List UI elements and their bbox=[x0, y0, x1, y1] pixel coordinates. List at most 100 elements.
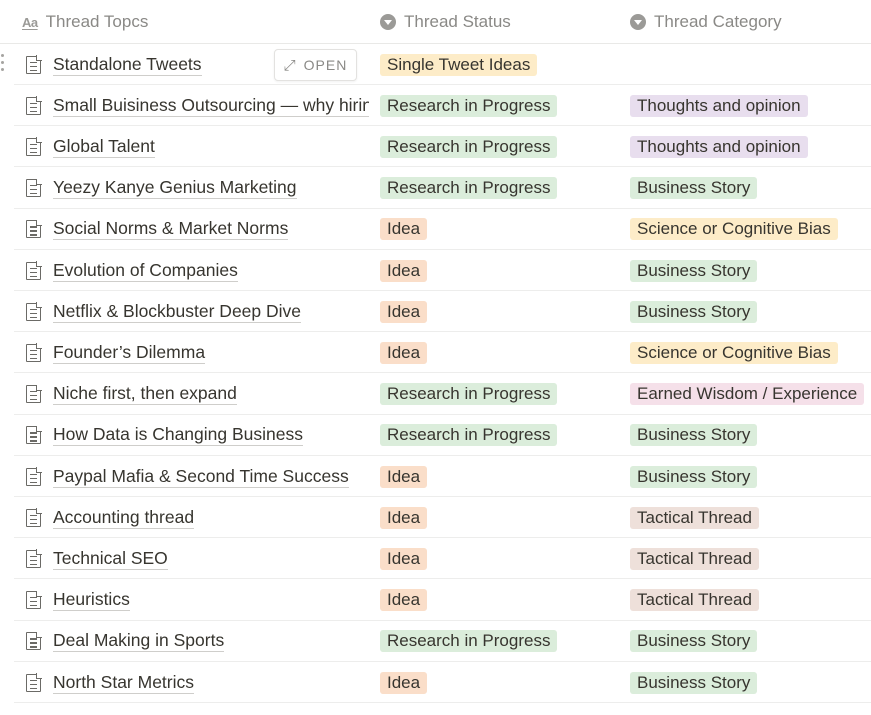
category-cell[interactable]: Thoughts and opinion bbox=[630, 126, 871, 167]
page-document-icon bbox=[26, 137, 42, 156]
category-cell[interactable]: Tactical Thread bbox=[630, 538, 871, 579]
table-row[interactable]: Heuristics Idea Tactical Thread bbox=[14, 580, 871, 621]
status-cell[interactable]: Research in Progress bbox=[380, 126, 620, 167]
status-cell[interactable]: Idea bbox=[380, 497, 620, 538]
page-document-icon bbox=[26, 260, 42, 280]
column-header-category[interactable]: Thread Category bbox=[630, 0, 782, 44]
status-cell[interactable]: Idea bbox=[380, 662, 620, 703]
drag-handle[interactable] bbox=[0, 54, 6, 74]
category-cell[interactable]: Business Story bbox=[630, 415, 871, 456]
status-cell[interactable]: Idea bbox=[380, 250, 620, 291]
table-row[interactable]: North Star Metrics Idea Business Story bbox=[14, 662, 871, 703]
status-cell[interactable]: Idea bbox=[380, 456, 620, 497]
page-title-link[interactable]: Standalone Tweets bbox=[53, 54, 202, 76]
table-row[interactable]: Niche first, then expand Research in Prog… bbox=[14, 374, 871, 415]
category-tag: Business Story bbox=[630, 424, 758, 447]
status-cell[interactable]: Research in Progress bbox=[380, 168, 620, 209]
table-row[interactable]: Technical SEO Idea Tactical Thread bbox=[14, 538, 871, 580]
title-cell[interactable]: Founder’s Dilemma bbox=[26, 332, 369, 373]
title-cell[interactable]: North Star Metrics bbox=[26, 662, 369, 703]
title-cell[interactable]: Technical SEO bbox=[26, 538, 369, 579]
category-cell[interactable]: Business Story bbox=[630, 250, 871, 291]
title-cell[interactable]: Netflix & Blockbuster Deep Dive bbox=[26, 291, 369, 332]
status-cell[interactable]: Single Tweet Ideas bbox=[380, 44, 620, 85]
status-tag: Research in Progress bbox=[380, 177, 558, 200]
table-row[interactable]: How Data is Changing Business Research in… bbox=[14, 415, 871, 456]
page-title-link[interactable]: Heuristics bbox=[53, 589, 130, 612]
column-header-status[interactable]: Thread Status bbox=[380, 0, 511, 44]
table-row[interactable]: Evolution of Companies Idea Business Story bbox=[14, 250, 871, 291]
page-document-icon bbox=[26, 343, 42, 362]
table-row[interactable]: Deal Making in Sports Research in Progres… bbox=[14, 621, 871, 662]
category-tag: Earned Wisdom / Experience bbox=[630, 383, 865, 406]
page-title-link[interactable]: Netflix & Blockbuster Deep Dive bbox=[53, 301, 302, 323]
open-page-button[interactable]: ⤢ OPEN bbox=[274, 49, 357, 81]
status-cell[interactable]: Research in Progress bbox=[380, 415, 620, 456]
page-title-link[interactable]: Deal Making in Sports bbox=[53, 630, 225, 653]
category-tag: Business Story bbox=[630, 177, 758, 200]
category-cell[interactable]: Business Story bbox=[630, 662, 871, 703]
table-row[interactable]: Founder’s Dilemma Idea Science or Cognitiv… bbox=[14, 332, 871, 374]
status-cell[interactable]: Idea bbox=[380, 538, 620, 579]
title-cell[interactable]: Yeezy Kanye Genius Marketing bbox=[26, 168, 369, 209]
title-cell[interactable]: Global Talent bbox=[26, 126, 369, 167]
status-cell[interactable]: Idea bbox=[380, 291, 620, 332]
page-title-link[interactable]: Niche first, then expand bbox=[53, 383, 237, 406]
category-cell[interactable]: Business Story bbox=[630, 621, 871, 662]
table-row[interactable]: Global Talent Research in Progress Thought… bbox=[14, 126, 871, 168]
title-cell[interactable]: Deal Making in Sports bbox=[26, 621, 369, 662]
table-row[interactable]: Standalone Tweets Single Tweet Ideas bbox=[14, 44, 871, 85]
table-row[interactable]: Social Norms & Market Norms Idea Science o… bbox=[14, 209, 871, 250]
table-row[interactable]: Yeezy Kanye Genius Marketing Research in … bbox=[14, 168, 871, 209]
page-title-link[interactable]: Evolution of Companies bbox=[53, 260, 238, 282]
page-title-link[interactable]: Social Norms & Market Norms bbox=[53, 218, 289, 241]
status-cell[interactable]: Research in Progress bbox=[380, 374, 620, 415]
category-cell[interactable]: Thoughts and opinion bbox=[630, 85, 871, 126]
category-cell[interactable]: Science or Cognitive Bias bbox=[630, 332, 871, 373]
status-cell[interactable]: Research in Progress bbox=[380, 621, 620, 662]
select-property-icon bbox=[630, 14, 646, 30]
category-cell[interactable]: Tactical Thread bbox=[630, 497, 871, 538]
page-document-icon bbox=[26, 508, 42, 527]
page-title-link[interactable]: How Data is Changing Business bbox=[53, 424, 303, 447]
status-tag: Idea bbox=[380, 259, 428, 282]
page-title-link[interactable]: Accounting thread bbox=[53, 507, 195, 529]
category-cell[interactable]: Business Story bbox=[630, 456, 871, 497]
page-title-link[interactable]: Global Talent bbox=[53, 136, 155, 158]
category-cell[interactable]: Science or Cognitive Bias bbox=[630, 209, 871, 250]
column-header-title[interactable]: Aa Thread Topcs bbox=[22, 0, 148, 44]
status-tag: Research in Progress bbox=[380, 630, 558, 653]
title-cell[interactable]: Small Buisiness Outsourcing — why hiring bbox=[26, 85, 369, 126]
category-cell[interactable]: Business Story bbox=[630, 291, 871, 332]
page-title-link[interactable]: Technical SEO bbox=[53, 548, 168, 570]
category-cell[interactable]: Business Story bbox=[630, 168, 871, 209]
page-title-link[interactable]: North Star Metrics bbox=[53, 672, 194, 694]
title-cell[interactable]: How Data is Changing Business bbox=[26, 415, 369, 456]
title-cell[interactable]: Niche first, then expand bbox=[26, 374, 369, 415]
table-row[interactable]: Paypal Mafia & Second Time Success Idea Bu… bbox=[14, 456, 871, 497]
category-tag: Business Story bbox=[630, 465, 758, 488]
page-document-icon bbox=[26, 384, 42, 404]
title-cell[interactable]: Evolution of Companies bbox=[26, 250, 369, 291]
column-header-label: Thread Category bbox=[654, 12, 782, 31]
title-cell[interactable]: Accounting thread bbox=[26, 497, 369, 538]
title-cell[interactable]: Paypal Mafia & Second Time Success bbox=[26, 456, 369, 497]
category-cell[interactable]: Earned Wisdom / Experience bbox=[630, 374, 871, 415]
status-cell[interactable]: Idea bbox=[380, 332, 620, 373]
status-tag: Research in Progress bbox=[380, 424, 558, 447]
title-cell[interactable]: Heuristics bbox=[26, 580, 369, 621]
table-row[interactable]: Netflix & Blockbuster Deep Dive Idea Busin… bbox=[14, 291, 871, 333]
table-row[interactable]: Small Buisiness Outsourcing — why hiring… bbox=[14, 85, 871, 127]
category-cell[interactable] bbox=[630, 44, 871, 85]
page-title-link[interactable]: Founder’s Dilemma bbox=[53, 342, 206, 364]
status-cell[interactable]: Idea bbox=[380, 209, 620, 250]
category-cell[interactable]: Tactical Thread bbox=[630, 580, 871, 621]
page-document-icon bbox=[26, 178, 42, 198]
status-cell[interactable]: Research in Progress bbox=[380, 85, 620, 126]
page-title-link[interactable]: Paypal Mafia & Second Time Success bbox=[53, 466, 349, 488]
title-cell[interactable]: Social Norms & Market Norms bbox=[26, 209, 369, 250]
table-row[interactable]: Accounting thread Idea Tactical Thread bbox=[14, 497, 871, 539]
page-title-link[interactable]: Yeezy Kanye Genius Marketing bbox=[53, 177, 297, 200]
status-cell[interactable]: Idea bbox=[380, 580, 620, 621]
page-title-link[interactable]: Small Buisiness Outsourcing — why hiring bbox=[53, 95, 369, 117]
